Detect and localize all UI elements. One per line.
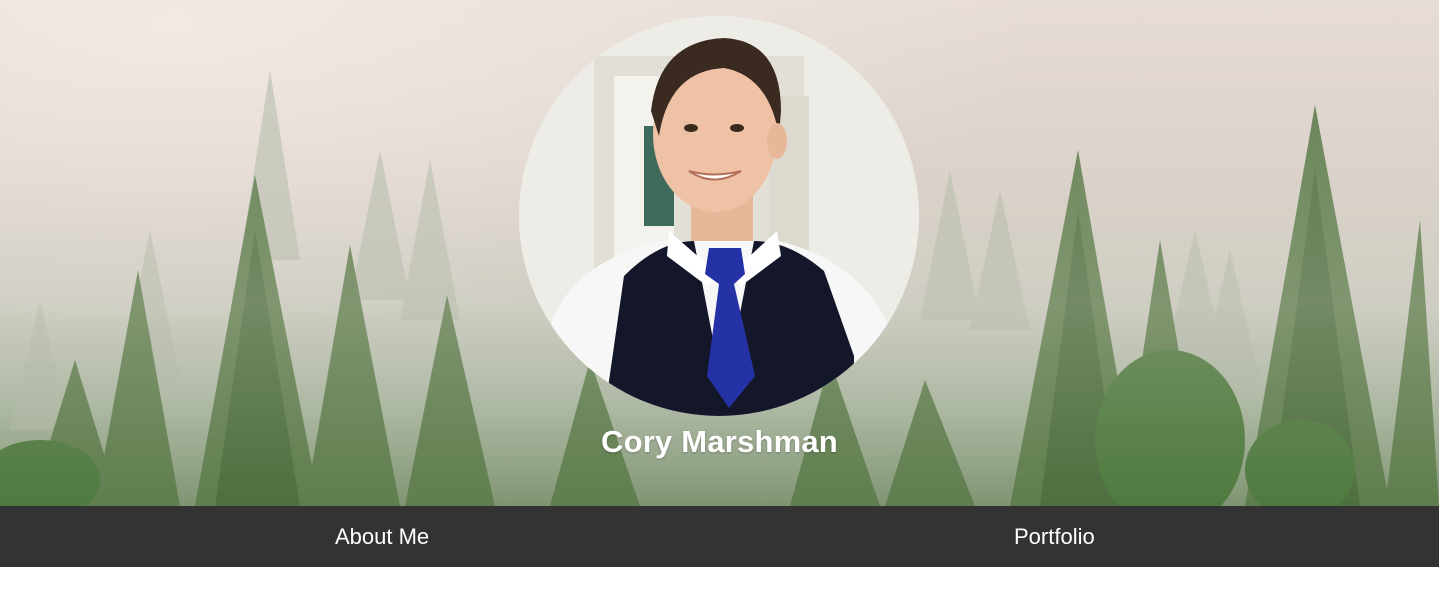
nav-link-portfolio[interactable]: Portfolio — [1014, 506, 1095, 567]
profile-photo — [519, 16, 919, 416]
profile-name: Cory Marshman — [601, 424, 838, 459]
profile-photo-illustration — [519, 16, 919, 416]
hero-banner: Cory Marshman — [0, 0, 1439, 506]
nav-link-about-me[interactable]: About Me — [335, 506, 429, 567]
navigation-bar: About Me Portfolio — [0, 506, 1439, 567]
